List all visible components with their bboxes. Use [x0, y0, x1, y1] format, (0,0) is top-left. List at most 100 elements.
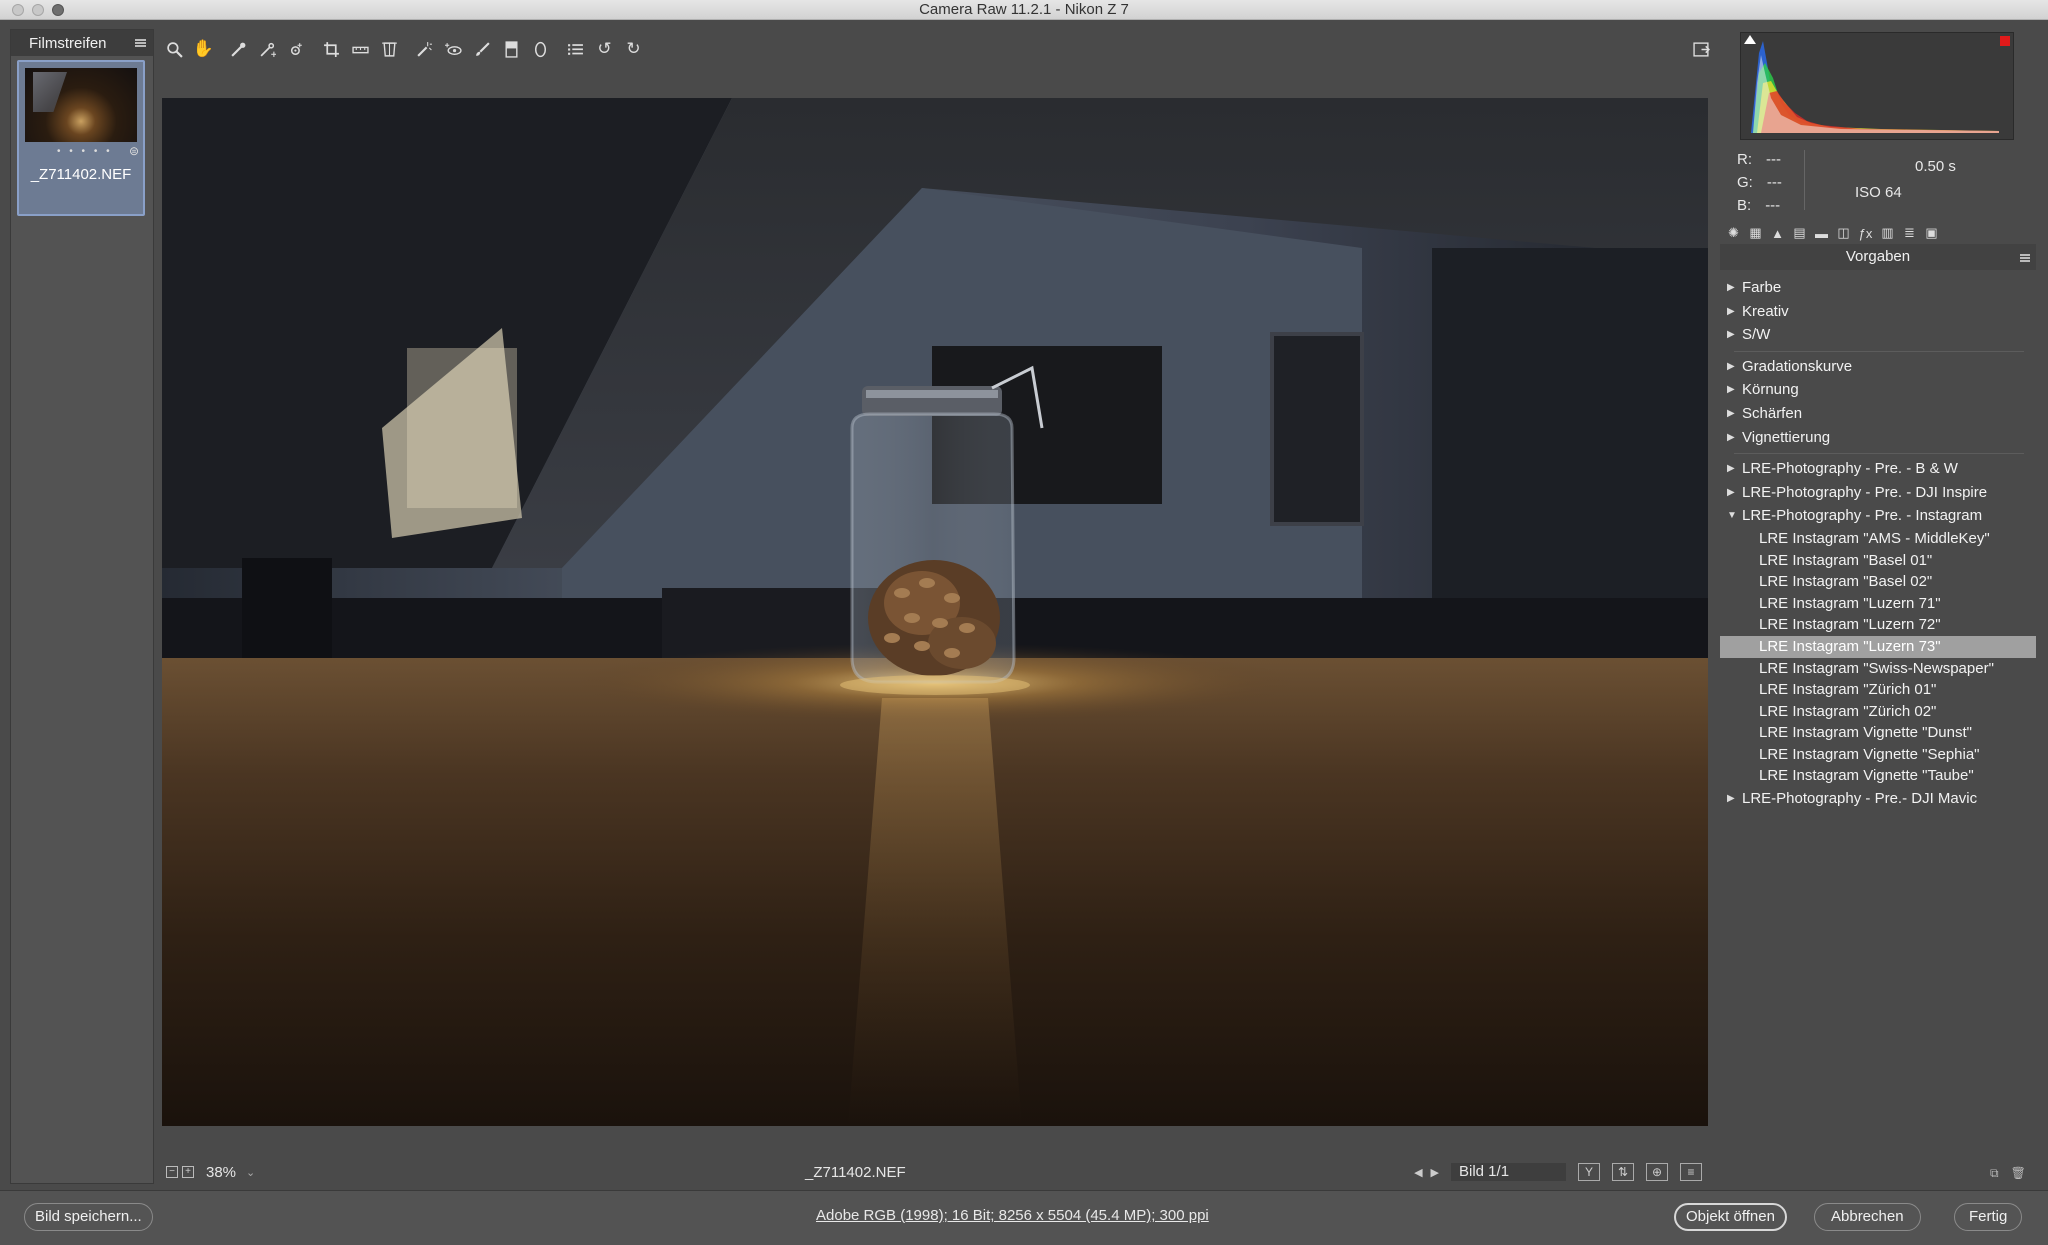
preset-group[interactable]: ▶ Schärfen: [1720, 402, 2036, 426]
copy-settings-icon[interactable]: ⊕: [1646, 1163, 1668, 1181]
hand-icon[interactable]: ✋: [189, 36, 218, 62]
swap-view-icon[interactable]: ⇅: [1612, 1163, 1634, 1181]
preset-group-label: Schärfen: [1742, 404, 1803, 422]
window-controls[interactable]: [12, 4, 64, 16]
preset-group-lre-mavic[interactable]: ▶ LRE-Photography - Pre.- DJI Mavic: [1720, 787, 2036, 811]
preset-item-selected[interactable]: LRE Instagram "Luzern 73": [1720, 635, 2036, 658]
presets-panel-header: Vorgaben: [1720, 244, 2036, 270]
close-window-button[interactable]: [12, 4, 24, 16]
preset-item[interactable]: LRE Instagram "AMS - MiddleKey": [1720, 528, 2036, 550]
readout-divider: [1804, 150, 1805, 210]
delete-preset-icon[interactable]: 🗑: [2011, 1166, 2026, 1181]
before-after-y-icon[interactable]: Y: [1578, 1163, 1600, 1181]
tone-curve-tab-icon[interactable]: ▦: [1746, 225, 1765, 242]
workflow-options-link[interactable]: Adobe RGB (1998); 16 Bit; 8256 x 5504 (4…: [816, 1207, 1209, 1224]
calibration-tab-icon[interactable]: ▥: [1878, 225, 1897, 242]
preset-group-lre-bw[interactable]: ▶ LRE-Photography - Pre. - B & W: [1720, 457, 2036, 481]
rotate-left-icon[interactable]: ↺: [590, 36, 619, 62]
new-preset-icon[interactable]: ⧉: [1990, 1166, 1999, 1181]
next-image-icon[interactable]: ▶: [1431, 1166, 1439, 1179]
zoom-level[interactable]: 38%: [206, 1164, 236, 1181]
preview-filename: _Z711402.NEF: [805, 1163, 906, 1181]
zoom-out-icon[interactable]: −: [166, 1166, 178, 1178]
straighten-icon[interactable]: [346, 36, 375, 62]
preset-item[interactable]: LRE Instagram "Zürich 01": [1720, 679, 2036, 701]
adjustment-brush-icon[interactable]: [468, 36, 497, 62]
thumbnail-filename: _Z711402.NEF: [30, 166, 132, 183]
preset-item[interactable]: LRE Instagram "Basel 01": [1720, 550, 2036, 572]
crop-icon[interactable]: [317, 36, 346, 62]
open-object-button[interactable]: Objekt öffnen: [1674, 1203, 1787, 1231]
thumbnail-image: [25, 68, 137, 142]
detail-tab-icon[interactable]: ▲: [1768, 225, 1787, 242]
r-label: R:: [1737, 151, 1752, 168]
sync-icon: ⊜: [128, 144, 139, 158]
expand-triangle-icon: ▶: [1727, 407, 1735, 419]
toggle-view-icon[interactable]: ≡: [1680, 1163, 1702, 1181]
preset-item[interactable]: LRE Instagram Vignette "Taube": [1720, 765, 2036, 787]
color-sampler-icon[interactable]: [253, 36, 282, 62]
rotate-right-icon[interactable]: ↻: [619, 36, 648, 62]
expand-triangle-icon: ▶: [1727, 329, 1735, 341]
lens-tab-icon[interactable]: ◫: [1834, 225, 1853, 242]
preset-item[interactable]: LRE Instagram "Basel 02": [1720, 571, 2036, 593]
preset-item[interactable]: LRE Instagram "Zürich 02": [1720, 701, 2036, 723]
preset-group[interactable]: ▶ Kreativ: [1720, 300, 2036, 324]
rating-dots[interactable]: • • • • •: [57, 146, 113, 157]
targeted-adjustment-icon[interactable]: [282, 36, 311, 62]
filmstrip-thumbnail[interactable]: • • • • • ⊜ _Z711402.NEF: [17, 60, 145, 216]
b-value: ---: [1765, 197, 1781, 214]
cancel-button[interactable]: Abbrechen: [1814, 1203, 1921, 1231]
save-image-button[interactable]: Bild speichern...: [24, 1203, 153, 1231]
effects-tab-icon[interactable]: ƒx: [1856, 225, 1875, 242]
shutter-speed: 0.50 s: [1915, 158, 1956, 175]
preset-group[interactable]: ▶ Vignettierung: [1720, 426, 2036, 450]
preset-item-label: LRE Instagram "Swiss-Newspaper": [1759, 659, 1994, 677]
hsl-tab-icon[interactable]: ▤: [1790, 225, 1809, 242]
preferences-icon[interactable]: [561, 36, 590, 62]
minimize-window-button[interactable]: [32, 4, 44, 16]
preset-group[interactable]: ▶ Farbe: [1720, 276, 2036, 300]
preset-group-label: Farbe: [1742, 279, 1782, 296]
preset-group-lre-inspire[interactable]: ▶ LRE-Photography - Pre. - DJI Inspire: [1720, 481, 2036, 505]
r-value: ---: [1766, 151, 1781, 168]
preset-group[interactable]: ▶ Körnung: [1720, 378, 2036, 402]
snapshots-tab-icon[interactable]: ▣: [1922, 225, 1941, 242]
graduated-filter-icon[interactable]: [497, 36, 526, 62]
zoom-dropdown-icon[interactable]: ⌄: [246, 1166, 255, 1179]
split-toning-tab-icon[interactable]: ▬: [1812, 225, 1831, 242]
preset-item[interactable]: LRE Instagram Vignette "Dunst": [1720, 722, 2036, 744]
preset-group[interactable]: ▶ Gradationskurve: [1720, 355, 2036, 379]
preset-group[interactable]: ▶ S/W: [1720, 323, 2036, 347]
transform-icon[interactable]: [375, 36, 404, 62]
white-balance-icon[interactable]: [224, 36, 253, 62]
preset-group-label: S/W: [1742, 326, 1771, 344]
basic-tab-icon[interactable]: ✺: [1724, 225, 1743, 242]
done-button[interactable]: Fertig: [1954, 1203, 2023, 1231]
preset-item[interactable]: LRE Instagram "Luzern 72": [1720, 614, 2036, 636]
previous-image-icon[interactable]: ◀: [1414, 1166, 1422, 1179]
zoom-window-button[interactable]: [52, 4, 64, 16]
image-preview[interactable]: [162, 98, 1708, 1126]
presets-menu-icon[interactable]: [2020, 254, 2030, 262]
highlight-clipping-icon[interactable]: [2000, 36, 2010, 46]
preset-item[interactable]: LRE Instagram "Swiss-Newspaper": [1720, 658, 2036, 680]
presets-panel-title: Vorgaben: [1845, 248, 1911, 265]
zoom-in-icon[interactable]: +: [182, 1166, 194, 1178]
expand-triangle-icon: ▶: [1727, 282, 1735, 293]
preset-item-label: LRE Instagram Vignette "Sephia": [1759, 745, 1980, 763]
preset-item[interactable]: LRE Instagram Vignette "Sephia": [1720, 744, 2036, 766]
shadow-clipping-icon[interactable]: [1744, 35, 1756, 44]
rgb-readout: R: --- G: --- B: ---: [1737, 148, 1782, 217]
preset-item[interactable]: LRE Instagram "Luzern 71": [1720, 593, 2036, 615]
red-eye-icon[interactable]: [439, 36, 468, 62]
fullscreen-icon[interactable]: [1687, 36, 1716, 62]
preset-item-label: LRE Instagram "Luzern 72": [1759, 616, 1941, 634]
zoom-icon[interactable]: [160, 36, 189, 62]
spot-removal-icon[interactable]: [410, 36, 439, 62]
radial-filter-icon[interactable]: [526, 36, 555, 62]
filmstrip-menu-icon[interactable]: [135, 39, 146, 47]
tool-bar: ✋ ↺ ↻: [160, 34, 1716, 64]
presets-tab-icon[interactable]: ≣: [1900, 225, 1919, 242]
preset-group-lre-instagram[interactable]: ▼ LRE-Photography - Pre. - Instagram: [1720, 504, 2036, 528]
